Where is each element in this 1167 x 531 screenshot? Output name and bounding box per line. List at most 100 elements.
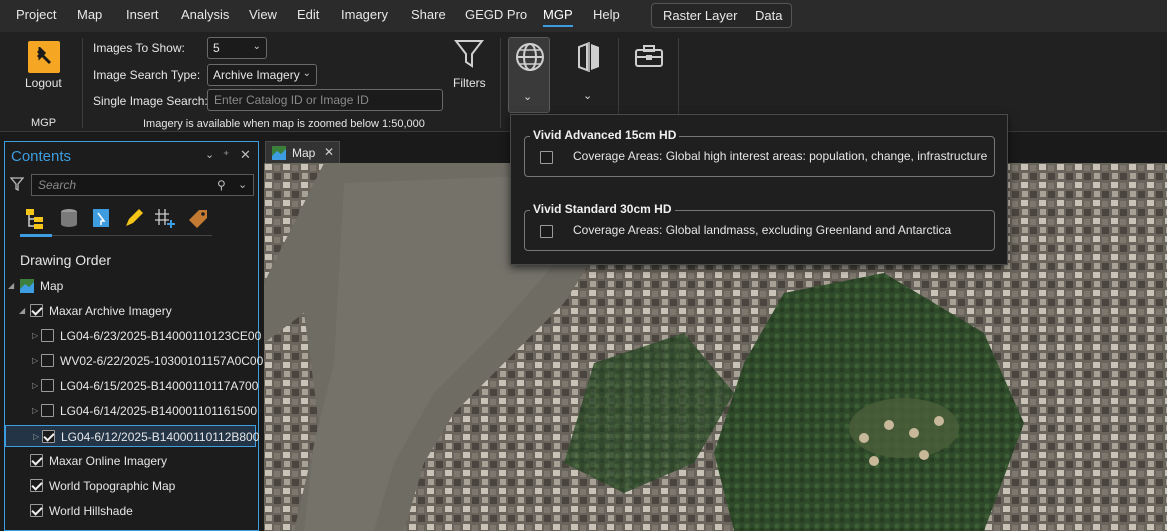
image-search-type-label: Image Search Type: — [93, 68, 201, 82]
list-by-labeling-icon[interactable] — [186, 206, 210, 230]
single-image-search-label: Single Image Search: — [93, 94, 208, 108]
tab-data[interactable]: Data — [755, 8, 782, 23]
layer-label: WV02-6/22/2025-10300101157A0C00 — [60, 354, 264, 368]
list-by-editing-icon[interactable] — [122, 206, 146, 230]
layer-checkbox[interactable] — [30, 304, 43, 317]
list-by-snapping-icon[interactable] — [153, 206, 177, 230]
layer-checkbox[interactable] — [41, 329, 54, 342]
logout-icon[interactable] — [28, 41, 60, 73]
archive-group-label: Maxar Archive Imagery — [49, 304, 172, 318]
zoom-availability-note: Imagery is available when map is zoomed … — [143, 118, 425, 130]
layer-checkbox[interactable] — [30, 479, 43, 492]
chevron-down-icon[interactable]: ⌄ — [238, 178, 247, 191]
tree-row-archive-group[interactable]: ◢ Maxar Archive Imagery — [5, 300, 255, 322]
menu-mgp[interactable]: MGP — [543, 7, 573, 27]
layer-label: World Topographic Map — [49, 479, 176, 493]
expand-arrow-icon[interactable]: ▷ — [32, 381, 38, 390]
list-by-selection-icon[interactable] — [89, 206, 113, 230]
tree-row-layer[interactable]: ▷ LG04-6/14/2025-B140001101161500 — [5, 400, 258, 422]
option-title: Vivid Standard 30cm HD — [530, 202, 675, 216]
images-to-show-value: 5 — [213, 41, 220, 55]
chevron-down-icon: ⌄ — [302, 68, 311, 79]
layer-label: LG04-6/12/2025-B14000110112B800 — [61, 430, 260, 444]
globe-icon — [516, 43, 544, 71]
expand-arrow-icon[interactable]: ▷ — [33, 432, 39, 441]
list-by-drawing-order-icon[interactable] — [23, 206, 47, 230]
imagery-options-dropdown: Vivid Advanced 15cm HD Coverage Areas: G… — [510, 114, 1008, 265]
menu-project[interactable]: Project — [16, 7, 56, 22]
layer-checkbox[interactable] — [41, 404, 54, 417]
layer-checkbox[interactable] — [41, 354, 54, 367]
layer-checkbox[interactable] — [30, 454, 43, 467]
map-icon — [20, 279, 34, 293]
list-by-source-icon[interactable] — [57, 206, 81, 230]
close-icon[interactable]: ✕ — [240, 147, 251, 163]
pane-options-icon[interactable]: ⌄ — [205, 148, 214, 161]
tree-row-layer[interactable]: ▷ LG04-6/23/2025-B14000110123CE00 — [5, 325, 261, 347]
chevron-down-icon: ⌄ — [252, 41, 261, 52]
map-icon — [272, 146, 286, 160]
tree-row-layer[interactable]: ▷ LG04-6/15/2025-B14000110117A700 — [5, 375, 259, 397]
close-icon[interactable]: ✕ — [324, 145, 334, 159]
map-tab-label: Map — [292, 146, 316, 160]
menu-gegd-pro[interactable]: GEGD Pro — [465, 7, 527, 22]
tree-row-map[interactable]: ◢ Map — [5, 275, 255, 297]
contents-title: Contents — [11, 148, 72, 165]
layer-checkbox[interactable] — [42, 430, 55, 443]
ribbon-separator — [500, 38, 501, 128]
images-to-show-label: Images To Show: — [93, 41, 185, 55]
option-description: Coverage Areas: Global high interest are… — [573, 149, 988, 163]
option-vivid-advanced: Vivid Advanced 15cm HD Coverage Areas: G… — [524, 128, 995, 177]
chevron-down-icon[interactable]: ⌄ — [583, 89, 592, 102]
image-search-type-value: Archive Imagery — [213, 68, 300, 82]
images-to-show-select[interactable]: 5 ⌄ — [207, 37, 267, 59]
layer-label: World Hillshade — [49, 504, 133, 518]
layer-label: LG04-6/23/2025-B14000110123CE00 — [60, 329, 262, 343]
filters-button[interactable]: Filters — [453, 76, 486, 90]
expand-arrow-icon[interactable]: ▷ — [32, 356, 38, 365]
layer-label: LG04-6/15/2025-B14000110117A700 — [60, 379, 259, 393]
menu-insert[interactable]: Insert — [126, 7, 159, 22]
expand-arrow-icon[interactable]: ◢ — [8, 281, 14, 290]
image-search-type-select[interactable]: Archive Imagery ⌄ — [207, 64, 317, 86]
option-title: Vivid Advanced 15cm HD — [530, 128, 680, 142]
menu-imagery[interactable]: Imagery — [341, 7, 388, 22]
tab-map[interactable]: Map ✕ — [265, 141, 340, 163]
tree-row-layer[interactable]: World Topographic Map — [5, 475, 255, 497]
option-vivid-standard: Vivid Standard 30cm HD Coverage Areas: G… — [524, 202, 995, 251]
imagery-basemap-button[interactable]: ⌄ — [508, 37, 550, 113]
menu-share[interactable]: Share — [411, 7, 446, 22]
toolbox-icon[interactable] — [634, 44, 664, 68]
menu-bar: Project Map Insert Analysis View Edit Im… — [0, 0, 1167, 32]
menu-view[interactable]: View — [249, 7, 277, 22]
tree-row-layer[interactable]: ▷ LG04-6/12/2025-B14000110112B800 — [5, 425, 260, 447]
pin-icon[interactable]: ⁺ — [223, 148, 229, 162]
menu-edit[interactable]: Edit — [297, 7, 319, 22]
expand-arrow-icon[interactable]: ▷ — [32, 406, 38, 415]
filter-icon[interactable] — [10, 177, 24, 191]
menu-analysis[interactable]: Analysis — [181, 7, 229, 22]
menu-help[interactable]: Help — [593, 7, 620, 22]
option-description: Coverage Areas: Global landmass, excludi… — [573, 223, 952, 237]
drawing-order-heading: Drawing Order — [20, 252, 112, 268]
option-checkbox[interactable] — [540, 151, 553, 164]
tab-raster-layer[interactable]: Raster Layer — [663, 8, 737, 23]
expand-arrow-icon[interactable]: ◢ — [19, 306, 25, 315]
tree-row-layer[interactable]: ▷ WV02-6/22/2025-10300101157A0C00 — [5, 350, 263, 372]
single-image-search-input[interactable]: Enter Catalog ID or Image ID — [207, 89, 443, 111]
search-icon[interactable]: ⚲ — [217, 178, 226, 192]
layer-label: LG04-6/14/2025-B140001101161500 — [60, 404, 258, 418]
layer-checkbox[interactable] — [41, 379, 54, 392]
group-label-mgp: MGP — [31, 117, 57, 129]
tree-row-layer[interactable]: Maxar Online Imagery — [5, 450, 255, 472]
map-node-label: Map — [40, 279, 64, 293]
filter-icon[interactable] — [454, 38, 484, 70]
expand-arrow-icon[interactable]: ▷ — [32, 331, 38, 340]
layer-checkbox[interactable] — [30, 504, 43, 517]
logout-button[interactable]: Logout — [25, 76, 62, 90]
option-checkbox[interactable] — [540, 225, 553, 238]
menu-map[interactable]: Map — [77, 7, 102, 22]
chevron-down-icon: ⌄ — [523, 91, 533, 103]
tree-row-layer[interactable]: World Hillshade — [5, 500, 255, 522]
swipe-compare-icon[interactable] — [576, 42, 602, 72]
